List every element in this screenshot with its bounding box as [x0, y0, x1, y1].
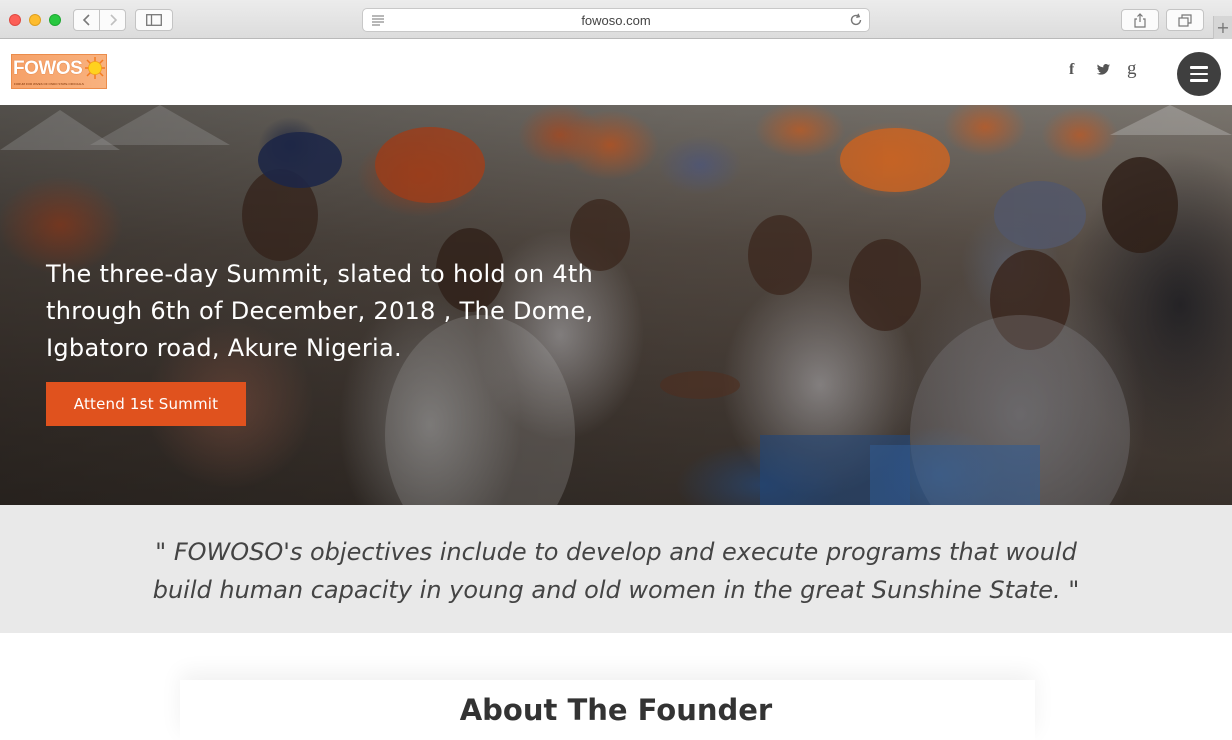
attend-summit-button[interactable]: Attend 1st Summit	[46, 382, 246, 426]
sidebar-icon	[146, 14, 162, 26]
back-button[interactable]	[74, 10, 99, 30]
hamburger-icon-bar	[1190, 79, 1208, 82]
window-minimize-button[interactable]	[29, 14, 41, 26]
chevron-left-icon	[82, 14, 90, 26]
share-icon	[1134, 12, 1146, 28]
address-bar[interactable]: fowoso.com	[362, 8, 870, 32]
sidebar-toggle-button[interactable]	[135, 9, 173, 31]
new-tab-button[interactable]: +	[1213, 16, 1232, 39]
logo-text: FOWOS	[13, 58, 83, 79]
history-nav	[73, 9, 126, 31]
tab-overview-button[interactable]	[1166, 9, 1204, 31]
window-close-button[interactable]	[9, 14, 21, 26]
facebook-icon[interactable]: f	[1069, 61, 1074, 79]
quote-line: " FOWOSO's objectives include to develop…	[155, 538, 1077, 566]
quote-line: build human capacity in young and old wo…	[152, 576, 1080, 604]
reload-icon[interactable]	[849, 13, 863, 27]
share-button[interactable]	[1121, 9, 1159, 31]
chevron-right-icon	[109, 14, 117, 26]
browser-toolbar: fowoso.com +	[0, 0, 1232, 39]
google-plus-icon[interactable]: g	[1127, 58, 1137, 80]
forward-button[interactable]	[99, 10, 125, 30]
reader-icon[interactable]	[371, 14, 385, 26]
window-maximize-button[interactable]	[49, 14, 61, 26]
twitter-icon[interactable]	[1096, 64, 1111, 76]
objectives-quote-section: " FOWOSO's objectives include to develop…	[0, 505, 1232, 633]
site-header: FOWOS FORUM FOR WIVES OF ONDO STATE OFFI…	[0, 39, 1232, 105]
logo-tagline: FORUM FOR WIVES OF ONDO STATE OFFICIALS	[14, 82, 84, 86]
menu-button[interactable]	[1177, 52, 1221, 96]
objectives-quote: " FOWOSO's objectives include to develop…	[0, 533, 1232, 609]
site-logo[interactable]: FOWOS FORUM FOR WIVES OF ONDO STATE OFFI…	[11, 54, 107, 89]
tabs-icon	[1178, 13, 1192, 27]
hero-banner: The three-day Summit, slated to hold on …	[0, 105, 1232, 505]
hamburger-icon-bar	[1190, 66, 1208, 69]
about-founder-heading: About The Founder	[459, 693, 773, 727]
sun-logo-icon	[85, 57, 105, 79]
hero-text: The three-day Summit, slated to hold on …	[46, 260, 594, 362]
hamburger-icon-bar	[1190, 72, 1208, 76]
url-text[interactable]: fowoso.com	[581, 13, 650, 28]
